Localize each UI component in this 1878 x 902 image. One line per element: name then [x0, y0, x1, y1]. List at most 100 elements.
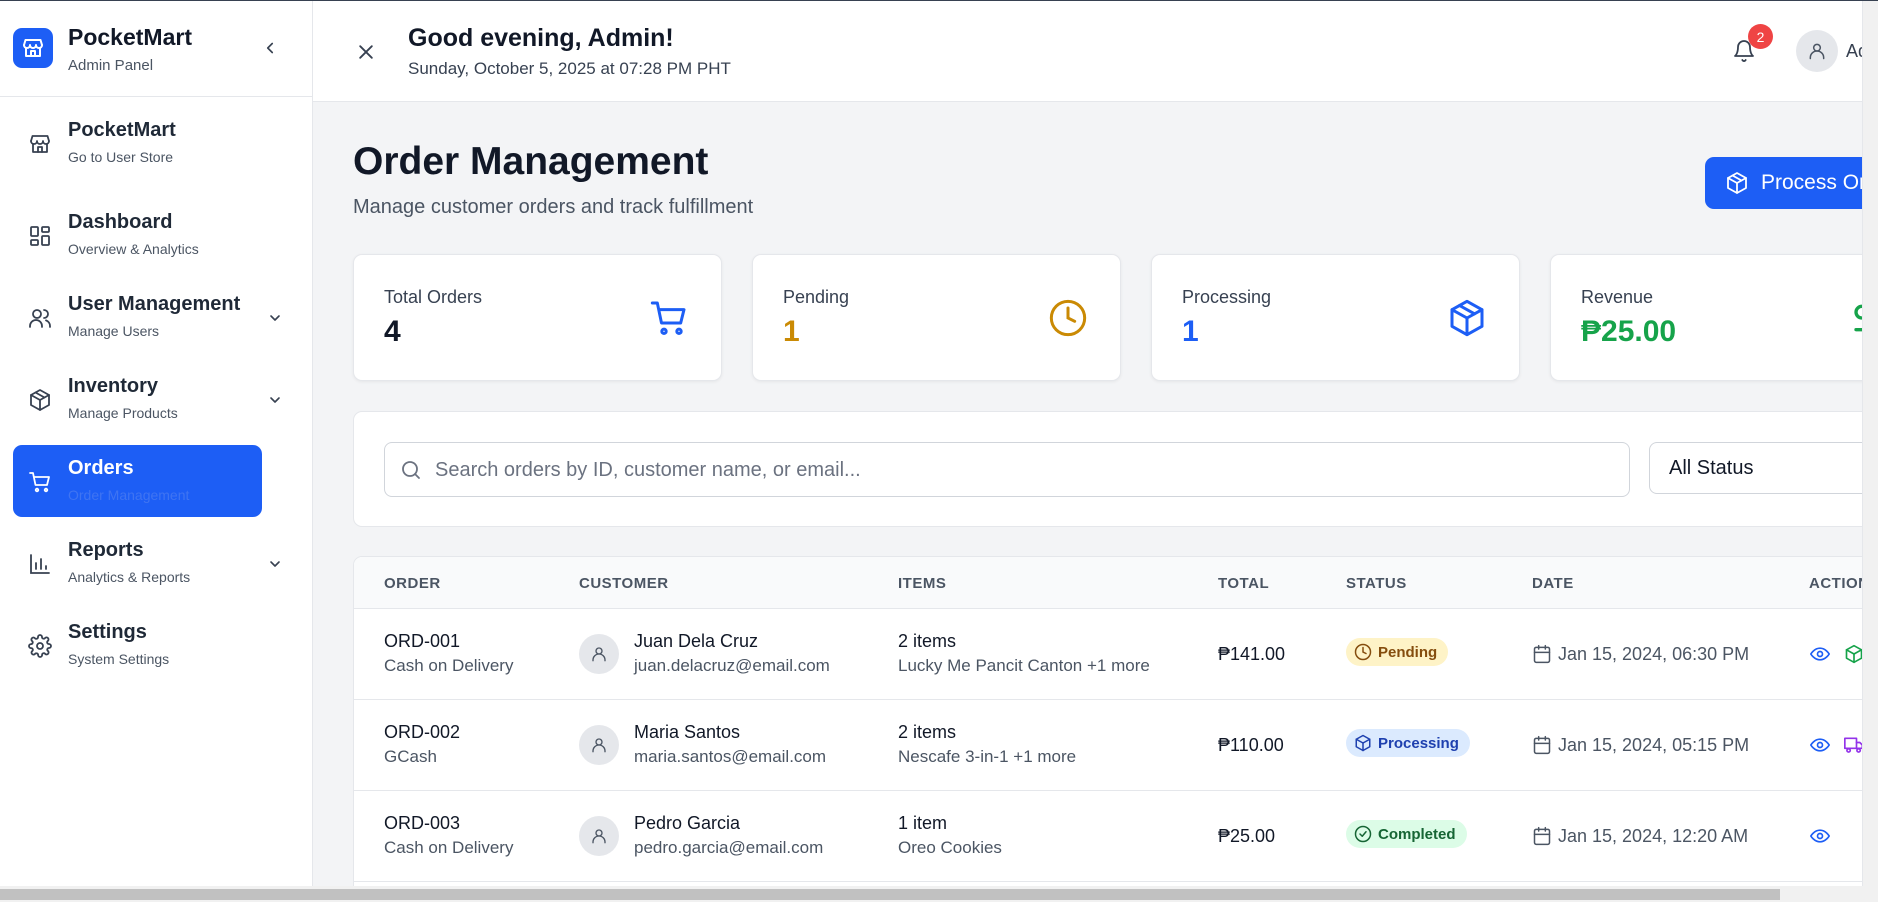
payment-method: GCash: [384, 747, 437, 766]
items-description: Oreo Cookies: [898, 838, 1002, 857]
chevron-down-icon[interactable]: [265, 308, 285, 328]
truck-icon: [1844, 737, 1864, 753]
sidebar-item-sublabel: Manage Products: [68, 405, 178, 421]
stat-value: 1: [783, 315, 800, 348]
stat-label: Processing: [1182, 287, 1272, 307]
current-datetime: Sunday, October 5, 2025 at 07:28 PM PHT: [408, 59, 731, 78]
chevron-down-icon[interactable]: [265, 554, 285, 574]
close-icon: [359, 45, 373, 59]
package-icon: [1355, 734, 1371, 752]
eye-icon: [1810, 738, 1830, 752]
status-badge: Processing: [1346, 729, 1470, 757]
greeting-title: Good evening, Admin!: [408, 24, 674, 52]
user-avatar[interactable]: [1796, 30, 1838, 72]
cart-icon: [27, 469, 53, 495]
table-row[interactable]: ORD-002 GCash Maria Santos maria.santos@…: [354, 700, 1878, 791]
notification-count-badge: 2: [1748, 24, 1773, 49]
status-badge-label: Completed: [1378, 825, 1456, 843]
eye-icon: [1810, 647, 1830, 661]
package-icon: [1727, 172, 1747, 194]
column-header-order[interactable]: ORDER: [384, 575, 441, 592]
column-header-items[interactable]: ITEMS: [898, 575, 946, 592]
cart-icon: [648, 297, 690, 339]
view-order-button[interactable]: [1809, 825, 1831, 847]
sidebar-item-pocketmart[interactable]: PocketMart Go to User Store: [13, 107, 262, 179]
search-input[interactable]: [435, 451, 1615, 489]
table-row[interactable]: ORD-001 Cash on Delivery Juan Dela Cruz …: [354, 609, 1878, 700]
items-count: 2 items: [898, 631, 957, 651]
sidebar-item-sublabel: Manage Users: [68, 323, 160, 339]
orders-table: ORDER CUSTOMER ITEMS TOTAL STATUS DATE A…: [353, 556, 1878, 902]
view-order-button[interactable]: [1809, 734, 1831, 756]
users-icon: [27, 305, 53, 331]
customer-avatar: [579, 725, 619, 765]
column-header-customer[interactable]: CUSTOMER: [579, 575, 669, 592]
table-row[interactable]: ORD-003 Cash on Delivery Pedro Garcia pe…: [354, 791, 1878, 882]
column-header-total[interactable]: TOTAL: [1218, 575, 1269, 592]
package-icon: [27, 387, 53, 413]
order-total: ₱110.00: [1218, 735, 1284, 755]
table-header: ORDER CUSTOMER ITEMS TOTAL STATUS DATE A…: [354, 557, 1878, 609]
items-count: 1 item: [898, 813, 948, 833]
stat-value: 4: [384, 315, 401, 348]
eye-icon: [1810, 829, 1830, 843]
store-logo-icon: [13, 28, 53, 68]
order-id: ORD-003: [384, 813, 461, 833]
customer-email: maria.santos@email.com: [634, 747, 827, 766]
user-icon: [592, 829, 606, 844]
check-circle-icon: [1354, 825, 1372, 843]
search-field[interactable]: [384, 442, 1630, 497]
sidebar-item-reports[interactable]: Reports Analytics & Reports: [13, 527, 280, 599]
top-header: Good evening, Admin! Sunday, October 5, …: [313, 0, 1878, 102]
calendar-icon: [1533, 826, 1551, 846]
payment-method: Cash on Delivery: [384, 838, 514, 857]
process-orders-button[interactable]: Process Orders: [1705, 157, 1878, 209]
order-id: ORD-002: [384, 722, 461, 742]
stat-label: Total Orders: [384, 287, 483, 307]
brand-header: PocketMart Admin Panel: [0, 0, 312, 97]
stat-card-pending: Pending 1: [752, 254, 1121, 381]
customer-name: Pedro Garcia: [634, 813, 741, 833]
collapse-sidebar-button[interactable]: [258, 36, 282, 60]
customer-email: pedro.garcia@email.com: [634, 838, 824, 857]
sidebar-item-label: PocketMart: [68, 119, 176, 141]
customer-name: Maria Santos: [634, 722, 741, 742]
sidebar-item-settings[interactable]: Settings System Settings: [13, 609, 262, 681]
stat-value: 1: [1182, 315, 1199, 348]
chevron-down-icon[interactable]: [265, 390, 285, 410]
status-badge-label: Pending: [1378, 643, 1438, 661]
sidebar-item-sublabel: Go to User Store: [68, 149, 174, 165]
gear-icon: [27, 633, 53, 659]
customer-avatar: [579, 634, 619, 674]
close-button[interactable]: [353, 39, 379, 65]
customer-email: juan.delacruz@email.com: [634, 656, 830, 675]
process-orders-label: Process Orders: [1761, 171, 1878, 194]
clock-icon: [1354, 643, 1372, 661]
sidebar-item-orders[interactable]: Orders Order Management: [13, 445, 262, 517]
vertical-scrollbar[interactable]: [1862, 0, 1878, 886]
brand-name: PocketMart: [68, 24, 192, 50]
sidebar-item-user-management[interactable]: User Management Manage Users: [13, 281, 280, 353]
order-total: ₱141.00: [1218, 644, 1286, 664]
sidebar-item-inventory[interactable]: Inventory Manage Products: [13, 363, 280, 435]
sidebar-item-label: User Management: [68, 293, 241, 315]
sidebar-item-dashboard[interactable]: Dashboard Overview & Analytics: [13, 199, 262, 271]
stat-card-revenue: Revenue ₱25.00: [1550, 254, 1878, 381]
column-header-date[interactable]: DATE: [1532, 575, 1574, 592]
calendar-icon: [1533, 735, 1551, 755]
clock-icon: [1047, 297, 1089, 339]
horizontal-scrollbar[interactable]: [0, 886, 1878, 902]
calendar-icon: [1533, 644, 1551, 664]
store-icon: [27, 131, 53, 157]
column-header-status[interactable]: STATUS: [1346, 575, 1407, 592]
page-subtitle: Manage customer orders and track fulfill…: [353, 196, 754, 218]
status-filter-select[interactable]: All Status: [1649, 442, 1878, 494]
order-date: Jan 15, 2024, 12:20 AM: [1558, 826, 1749, 846]
status-badge: Completed: [1346, 820, 1467, 848]
customer-avatar: [579, 816, 619, 856]
scrollbar-thumb[interactable]: [0, 889, 1780, 900]
customer-name: Juan Dela Cruz: [634, 631, 759, 651]
view-order-button[interactable]: [1809, 643, 1831, 665]
payment-method: Cash on Delivery: [384, 656, 514, 675]
sidebar-item-sublabel: Overview & Analytics: [68, 241, 199, 257]
